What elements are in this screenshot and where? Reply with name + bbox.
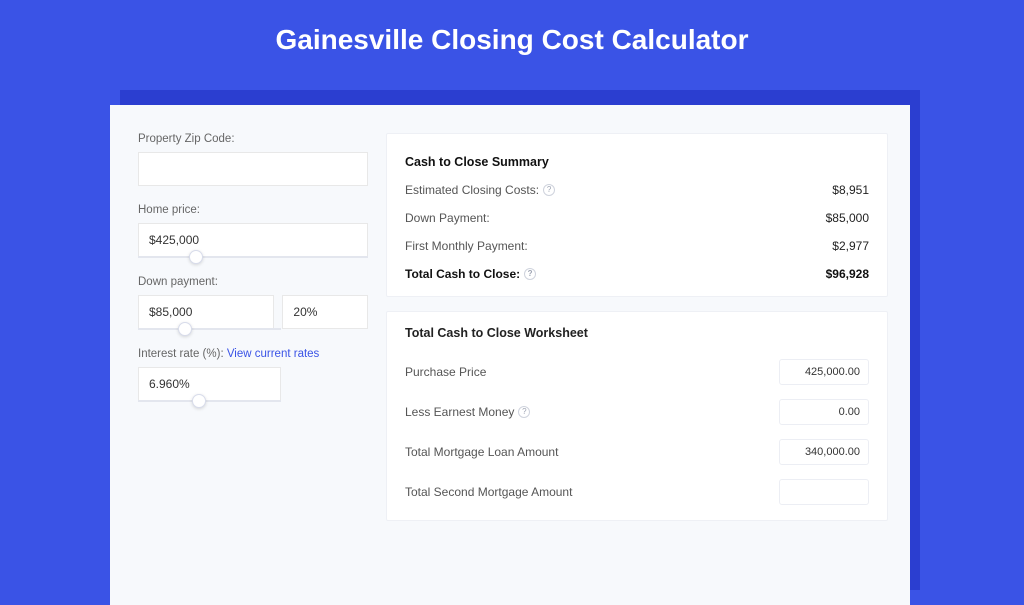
worksheet-row: Total Second Mortgage Amount bbox=[405, 472, 869, 512]
calculator-card: Property Zip Code: Home price: Down paym… bbox=[110, 105, 910, 605]
home-price-slider-thumb[interactable] bbox=[189, 250, 203, 264]
summary-total-row: Total Cash to Close: ? $96,928 bbox=[405, 260, 869, 288]
interest-rate-label: Interest rate (%): View current rates bbox=[138, 348, 368, 360]
page-title: Gainesville Closing Cost Calculator bbox=[0, 0, 1024, 74]
summary-row-value: $85,000 bbox=[826, 211, 869, 225]
zip-label: Property Zip Code: bbox=[138, 133, 368, 145]
interest-rate-label-text: Interest rate (%): bbox=[138, 348, 227, 360]
summary-row-label: Down Payment: bbox=[405, 211, 490, 225]
summary-row: First Monthly Payment: $2,977 bbox=[405, 232, 869, 260]
summary-title: Cash to Close Summary bbox=[405, 155, 549, 169]
worksheet-row-input[interactable] bbox=[779, 399, 869, 425]
down-payment-field: Down payment: bbox=[138, 276, 368, 330]
summary-row: Estimated Closing Costs:? $8,951 bbox=[405, 176, 869, 204]
home-price-input[interactable] bbox=[138, 223, 368, 257]
summary-row-value: $2,977 bbox=[832, 239, 869, 253]
worksheet-row: Purchase Price bbox=[405, 352, 869, 392]
worksheet-row: Less Earnest Money? bbox=[405, 392, 869, 432]
zip-field: Property Zip Code: bbox=[138, 133, 368, 186]
worksheet-row-input[interactable] bbox=[779, 359, 869, 385]
worksheet-title: Total Cash to Close Worksheet bbox=[405, 326, 869, 340]
worksheet-row-input[interactable] bbox=[779, 479, 869, 505]
zip-input[interactable] bbox=[138, 152, 368, 186]
worksheet-row-label: Total Second Mortgage Amount bbox=[405, 485, 572, 499]
down-payment-percent-input[interactable] bbox=[282, 295, 368, 329]
home-price-field: Home price: bbox=[138, 204, 368, 258]
worksheet-row-label: Purchase Price bbox=[405, 365, 486, 379]
worksheet-row-label: Total Mortgage Loan Amount bbox=[405, 445, 558, 459]
down-payment-amount-input[interactable] bbox=[138, 295, 274, 329]
summary-total-label: Total Cash to Close: bbox=[405, 267, 520, 281]
help-icon[interactable]: ? bbox=[524, 268, 536, 280]
down-payment-slider-thumb[interactable] bbox=[178, 322, 192, 336]
summary-panel: Cash to Close Summary Estimated Closing … bbox=[386, 133, 888, 297]
summary-row-value: $8,951 bbox=[832, 183, 869, 197]
view-current-rates-link[interactable]: View current rates bbox=[227, 348, 319, 360]
worksheet-row-input[interactable] bbox=[779, 439, 869, 465]
help-icon[interactable]: ? bbox=[518, 406, 530, 418]
summary-total-value: $96,928 bbox=[826, 267, 869, 281]
interest-rate-input[interactable] bbox=[138, 367, 281, 401]
worksheet-row: Total Mortgage Loan Amount bbox=[405, 432, 869, 472]
help-icon[interactable]: ? bbox=[543, 184, 555, 196]
home-price-label: Home price: bbox=[138, 204, 368, 216]
interest-rate-field: Interest rate (%): View current rates bbox=[138, 348, 368, 402]
summary-row-label: Estimated Closing Costs: bbox=[405, 183, 539, 197]
summary-row: Down Payment: $85,000 bbox=[405, 204, 869, 232]
interest-rate-slider-thumb[interactable] bbox=[192, 394, 206, 408]
results-column: Cash to Close Summary Estimated Closing … bbox=[386, 133, 888, 605]
down-payment-slider[interactable] bbox=[138, 328, 281, 330]
inputs-column: Property Zip Code: Home price: Down paym… bbox=[138, 133, 368, 605]
worksheet-panel: Total Cash to Close Worksheet Purchase P… bbox=[386, 311, 888, 521]
interest-rate-slider[interactable] bbox=[138, 400, 281, 402]
down-payment-label: Down payment: bbox=[138, 276, 368, 288]
worksheet-row-label: Less Earnest Money bbox=[405, 405, 514, 419]
summary-row-label: First Monthly Payment: bbox=[405, 239, 528, 253]
home-price-slider[interactable] bbox=[138, 256, 368, 258]
